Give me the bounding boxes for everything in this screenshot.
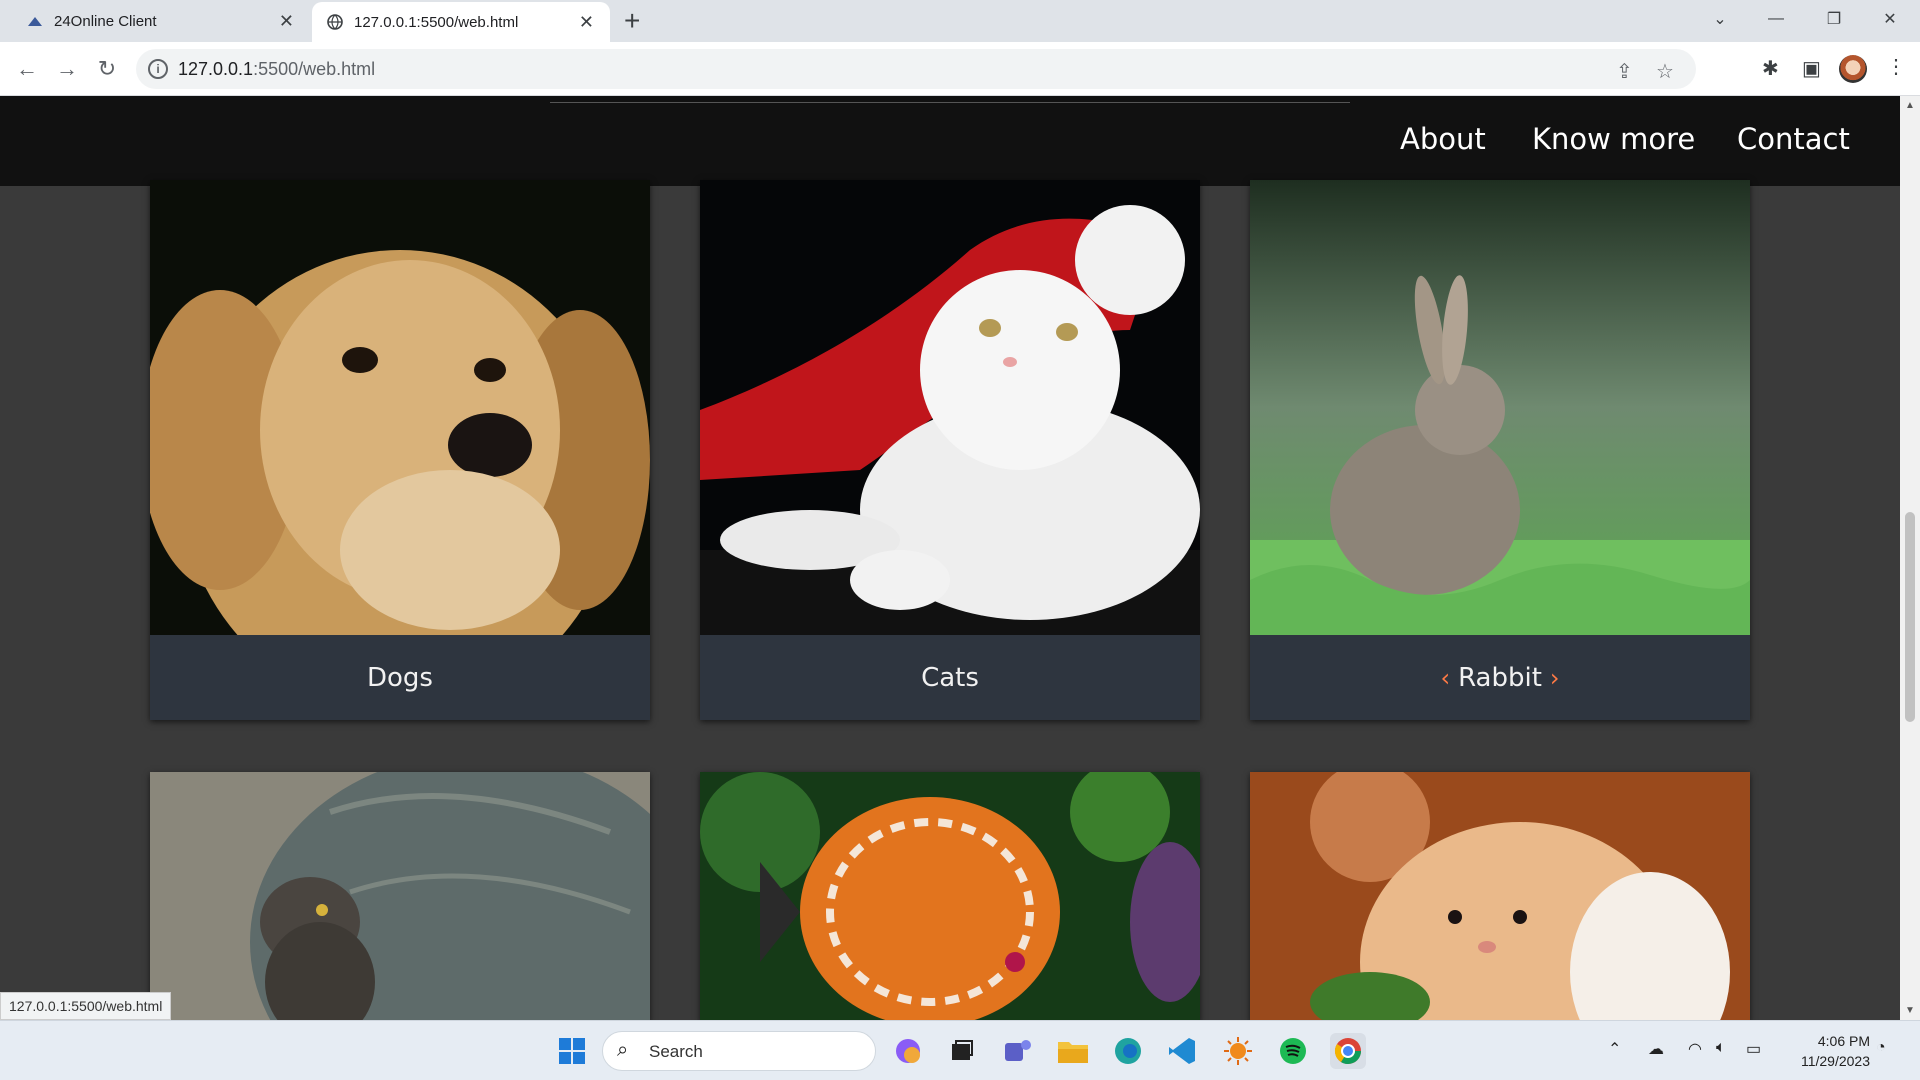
share-icon[interactable]: ⇪ <box>1616 59 1633 84</box>
card-dogs[interactable]: Dogs <box>150 180 650 720</box>
vscode-icon[interactable] <box>1164 1033 1200 1069</box>
clock-date: 11/29/2023 <box>1800 1053 1870 1069</box>
close-window-button[interactable]: ✕ <box>1862 0 1918 38</box>
status-url-tooltip: 127.0.0.1:5500/web.html <box>0 992 172 1020</box>
browser-toolbar: ← → ↻ i 127.0.0.1:5500/web.html ⇪ ☆ ✱ ▣ … <box>0 42 1920 96</box>
close-tab-icon[interactable]: ✕ <box>579 12 594 33</box>
teams-icon[interactable] <box>1000 1033 1036 1069</box>
tab-label: 127.0.0.1:5500/web.html <box>354 13 519 31</box>
rabbit-image <box>1250 180 1750 635</box>
chrome-icon[interactable] <box>1330 1033 1366 1069</box>
card-caption: Cats <box>700 635 1200 720</box>
menu-kebab-icon[interactable]: ⋮ <box>1886 54 1906 79</box>
reload-icon[interactable]: ↻ <box>92 54 122 84</box>
address-url[interactable]: 127.0.0.1:5500/web.html <box>178 59 375 80</box>
site-header: About Know more Contact <box>0 96 1900 186</box>
search-icon: ⌕ <box>617 1039 629 1061</box>
copilot-icon[interactable] <box>890 1033 926 1069</box>
card-caption-text: Dogs <box>367 662 433 693</box>
turtle-image <box>150 772 650 1020</box>
card-caption: ‹ Rabbit › <box>1250 635 1750 720</box>
nav-know-more[interactable]: Know more <box>1532 122 1695 156</box>
cat-image <box>700 180 1200 635</box>
volume-icon[interactable]: 🔈︎ <box>1716 1039 1726 1057</box>
back-arrow-icon[interactable]: ← <box>12 54 42 84</box>
tab-search-chevron-icon[interactable]: ⌄ <box>1692 0 1748 38</box>
tab-24online-client[interactable]: 24Online Client ✕ <box>0 0 310 42</box>
card-caption-text: Cats <box>921 662 979 693</box>
onedrive-cloud-icon[interactable]: ☁ <box>1648 1039 1664 1059</box>
wifi-icon[interactable]: ◠ <box>1688 1039 1702 1059</box>
side-panel-icon[interactable]: ▣ <box>1802 56 1821 81</box>
browser-tab-strip: 24Online Client ✕ 127.0.0.1:5500/web.htm… <box>0 0 1920 42</box>
card-rabbit[interactable]: ‹ Rabbit › <box>1250 180 1750 720</box>
globe-icon <box>326 13 344 31</box>
notification-bell-icon[interactable]: ◔ <box>1876 1039 1886 1057</box>
taskbar-clock[interactable]: 4:06 PM 11/29/2023 <box>1784 1031 1870 1071</box>
windows-start-icon[interactable] <box>554 1033 590 1069</box>
clock-time: 4:06 PM <box>1817 1033 1870 1049</box>
chevron-left-icon[interactable]: ‹ <box>1440 664 1450 692</box>
extensions-icon[interactable]: ✱ <box>1762 56 1779 81</box>
url-host: 127.0.0.1 <box>178 59 254 79</box>
close-tab-icon[interactable]: ✕ <box>279 11 294 32</box>
card-caption: Dogs <box>150 635 650 720</box>
task-view-icon[interactable] <box>944 1033 980 1069</box>
hamster-image <box>1250 772 1750 1020</box>
forward-arrow-icon[interactable]: → <box>52 54 82 84</box>
card-cats[interactable]: Cats <box>700 180 1200 720</box>
bookmark-star-icon[interactable]: ☆ <box>1656 59 1674 84</box>
chevron-right-icon[interactable]: › <box>1550 664 1560 692</box>
fish-image <box>700 772 1200 1020</box>
windows-taskbar: ⌕ Search ⌃ ☁ ◠ 🔈︎ ▭ 4:06 PM 11/29/2023 ◔ <box>0 1020 1920 1080</box>
dog-image <box>150 180 650 635</box>
spotify-icon[interactable] <box>1275 1033 1311 1069</box>
card-fish[interactable] <box>700 772 1200 1020</box>
taskbar-search-label: Search <box>649 1042 703 1061</box>
scrollbar-thumb[interactable] <box>1905 512 1915 722</box>
tray-overflow-chevron-icon[interactable]: ⌃ <box>1608 1039 1621 1059</box>
page-scrollbar[interactable]: ▲ ▼ <box>1900 96 1920 1020</box>
scroll-up-arrow-icon[interactable]: ▲ <box>1905 100 1915 111</box>
battery-icon[interactable]: ▭ <box>1746 1039 1761 1059</box>
page-viewport: About Know more Contact Dogs Cats ‹ Rabb… <box>0 96 1900 1020</box>
url-path: :5500/web.html <box>253 59 376 79</box>
card-hamster[interactable] <box>1250 772 1750 1020</box>
nav-contact[interactable]: Contact <box>1737 122 1850 156</box>
tab-label: 24Online Client <box>54 12 157 30</box>
new-tab-button[interactable]: + <box>624 6 640 36</box>
tab-web-html[interactable]: 127.0.0.1:5500/web.html ✕ <box>312 2 610 42</box>
header-divider <box>550 102 1350 103</box>
taskbar-search-box[interactable]: ⌕ Search <box>602 1031 876 1071</box>
nav-about[interactable]: About <box>1400 122 1486 156</box>
site-info-icon[interactable]: i <box>148 59 168 79</box>
address-bar[interactable]: i 127.0.0.1:5500/web.html ⇪ ☆ <box>136 49 1696 89</box>
restore-button[interactable]: ❐ <box>1806 0 1862 38</box>
profile-avatar[interactable] <box>1839 55 1867 83</box>
file-explorer-icon[interactable] <box>1055 1033 1091 1069</box>
24online-favicon-icon <box>26 12 44 30</box>
minimize-button[interactable]: — <box>1748 0 1804 38</box>
scroll-down-arrow-icon[interactable]: ▼ <box>1905 1005 1915 1016</box>
card-turtle[interactable] <box>150 772 650 1020</box>
card-caption-text: Rabbit <box>1458 662 1542 693</box>
weather-sun-app-icon[interactable] <box>1220 1033 1256 1069</box>
edge-browser-icon[interactable] <box>1110 1033 1146 1069</box>
